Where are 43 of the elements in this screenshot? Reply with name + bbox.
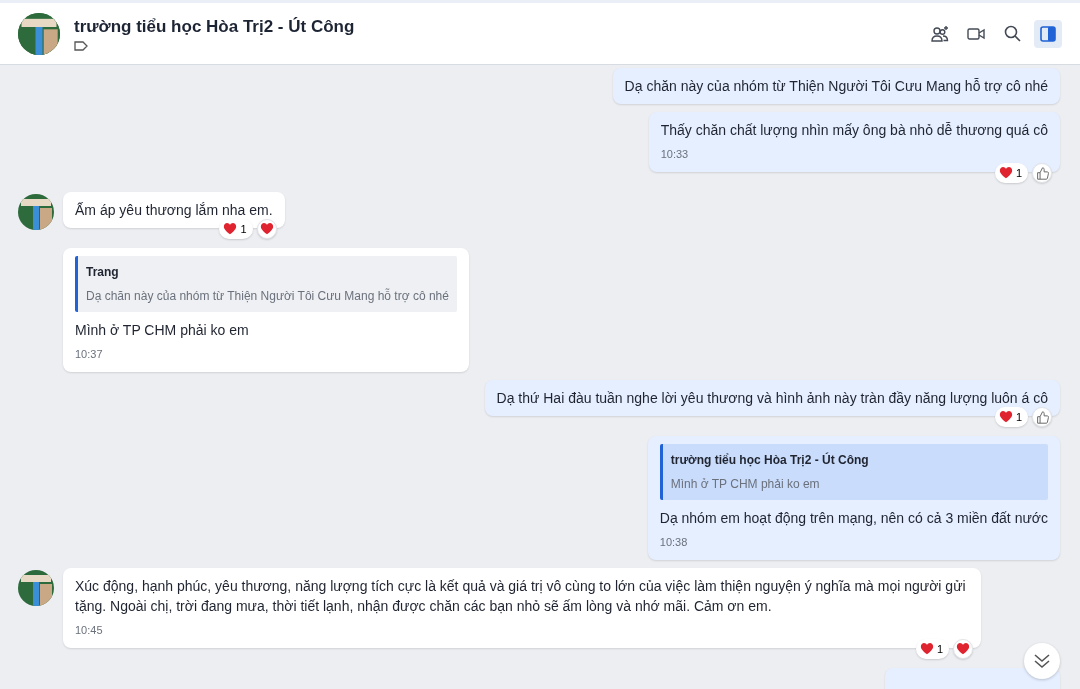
message-text: Dạ chăn này của nhóm từ Thiện Người Tôi Cưu Mang hỗ trợ cô nhé [624, 77, 1048, 96]
message-text: Dạ thứ Hai đàu tuần nghe lời yêu thương và hình ảnh này tràn đầy năng lượng luôn á cô [496, 389, 1048, 408]
scroll-down-button[interactable] [1024, 643, 1060, 679]
heart-reaction-count[interactable]: 1 [915, 639, 949, 659]
video-call-icon [967, 26, 985, 41]
heart-icon [998, 166, 1013, 180]
message-time: 10:33 [660, 147, 690, 162]
heart-reaction-count[interactable]: 1 [994, 163, 1028, 183]
chat-title: trường tiểu học Hòa Trị2 - Út Công [74, 16, 356, 37]
message-text: Xúc động, hạnh phúc, yêu thương, năng lượng tích cực là kết quả và giá trị vô cùng to lớn của việc làm thiện nguyện ý nghĩa mà mọi người gửi tặng. Ngoài chị, trời đang mưa, thời tiết lạnh, nhận được chăn các bạn nhỏ sẽ ấm lòng và nhớ mãi. Cảm ơn em. [75, 577, 967, 616]
message-text: Ấm áp yêu thương lắm nha em. [75, 201, 273, 220]
tag-icon[interactable] [74, 40, 88, 51]
group-avatar-photo [18, 12, 60, 55]
quote-author: Trang [86, 264, 120, 281]
avatar-photo [18, 570, 54, 606]
side-panel-icon [1040, 25, 1056, 42]
quote-text: Dạ chăn này của nhóm từ Thiện Người Tôi Cưu Mang hỗ trợ cô nhé [86, 287, 449, 305]
message-text: Mình ở TP CHM phải ko em [75, 321, 250, 340]
toolbar-button[interactable] [1034, 19, 1062, 48]
avatar-photo [18, 194, 54, 230]
heart-icon [223, 222, 238, 236]
heart-reaction-count[interactable]: 1 [994, 407, 1028, 427]
thumbs-up-icon [1035, 166, 1049, 180]
like-reaction-button[interactable] [1032, 163, 1052, 183]
heart-reaction-button[interactable] [256, 219, 277, 239]
like-reaction-button[interactable] [1032, 407, 1052, 427]
message-time: 10:38 [659, 535, 689, 550]
heart-reaction-count[interactable]: 1 [219, 219, 253, 239]
message-text: Dạ nhóm em hoạt động trên mạng, nên có cả 3 miền đất nước [659, 509, 1048, 528]
search-icon [1003, 25, 1021, 42]
heart-icon [919, 642, 934, 656]
heart-reaction-button[interactable] [953, 639, 973, 659]
thumbs-up-icon [1035, 410, 1049, 424]
heart-icon [259, 222, 274, 236]
double-chevron-down-icon [1033, 653, 1051, 669]
message-time: 10:37 [75, 347, 104, 362]
message-text: Thấy chăn chất lượng nhìn mấy ông bà nhỏ dễ thương quá cô [660, 121, 1048, 140]
quote-author: trường tiểu học Hòa Trị2 - Út Công [670, 451, 870, 469]
heart-icon [998, 410, 1013, 424]
quote-text: Mình ở TP CHM phải ko em [670, 476, 821, 493]
heart-icon [956, 642, 970, 656]
message-time: 10:45 [75, 623, 104, 638]
add-member-icon [931, 24, 949, 43]
